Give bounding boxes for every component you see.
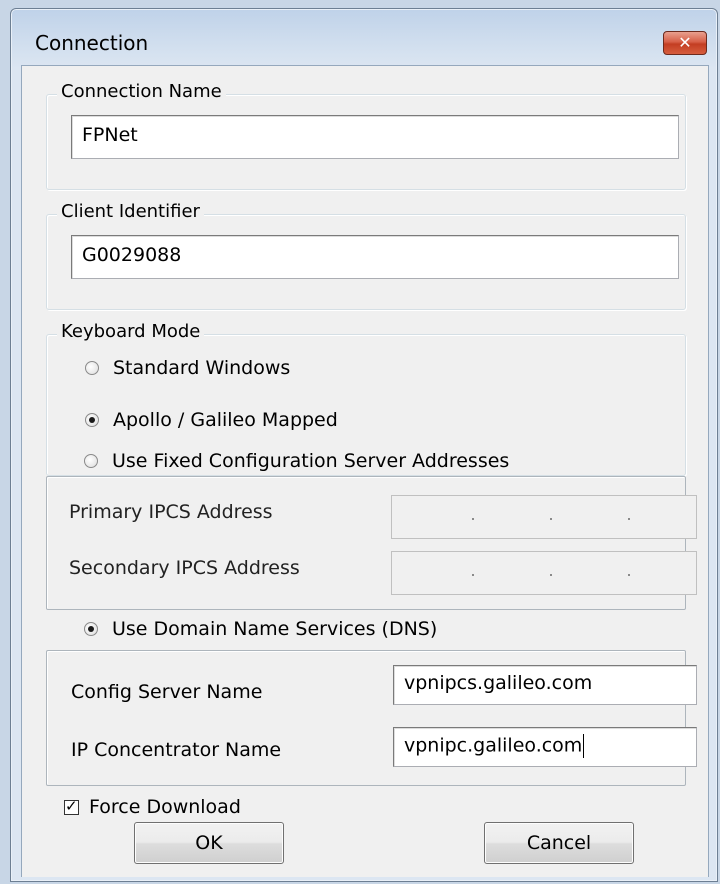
radio-dns-indicator[interactable]	[84, 622, 98, 636]
connection-name-label: Connection Name	[57, 81, 226, 102]
ip-separator	[628, 518, 630, 520]
radio-fixed-config-label: Use Fixed Configuration Server Addresses	[112, 450, 510, 472]
ip-concentrator-value: vpnipc.galileo.com	[404, 734, 583, 757]
client-identifier-group: Client Identifier G0029088	[46, 201, 686, 310]
text-caret	[583, 734, 585, 758]
ip-concentrator-name-label: IP Concentrator Name	[71, 739, 282, 761]
ip-separator	[628, 574, 630, 576]
dns-panel: Config Server Name vpnipcs.galileo.com I…	[46, 650, 697, 786]
ip-separator	[550, 574, 552, 576]
radio-standard-windows[interactable]: Standard Windows	[85, 357, 290, 379]
radio-apollo-galileo-label: Apollo / Galileo Mapped	[113, 409, 338, 431]
force-download-label: Force Download	[89, 796, 241, 818]
primary-ipcs-address-input	[391, 495, 697, 539]
radio-dns-label: Use Domain Name Services (DNS)	[112, 618, 438, 640]
radio-standard-windows-indicator[interactable]	[85, 361, 99, 375]
force-download-checkbox[interactable]: Force Download	[64, 796, 241, 818]
connection-name-input[interactable]: FPNet	[71, 115, 679, 159]
config-server-name-input[interactable]: vpnipcs.galileo.com	[393, 665, 697, 705]
dialog-body: Connection Name FPNet Client Identifier …	[21, 65, 709, 877]
force-download-check-icon[interactable]	[64, 797, 79, 815]
connection-dialog: Connection ✕ Connection Name FPNet Clien…	[10, 8, 718, 882]
close-x-icon: ✕	[678, 33, 692, 52]
ip-separator	[550, 518, 552, 520]
radio-apollo-galileo-indicator[interactable]	[85, 413, 99, 427]
close-button[interactable]: ✕	[663, 31, 707, 55]
radio-standard-windows-label: Standard Windows	[113, 357, 291, 379]
title-bar[interactable]: Connection ✕	[11, 9, 717, 65]
config-server-name-label: Config Server Name	[71, 681, 263, 703]
radio-dns[interactable]: Use Domain Name Services (DNS)	[84, 618, 437, 640]
cancel-button[interactable]: Cancel	[484, 822, 634, 864]
primary-ipcs-label: Primary IPCS Address	[69, 501, 273, 523]
client-identifier-label: Client Identifier	[57, 201, 204, 222]
ip-separator	[472, 574, 474, 576]
secondary-ipcs-label: Secondary IPCS Address	[69, 557, 300, 579]
radio-fixed-config-indicator[interactable]	[84, 454, 98, 468]
secondary-ipcs-address-input	[391, 551, 697, 595]
ip-separator	[472, 518, 474, 520]
fixed-config-panel: Primary IPCS Address Secondary IPCS Addr…	[46, 476, 697, 610]
radio-apollo-galileo-mapped[interactable]: Apollo / Galileo Mapped	[85, 409, 338, 431]
keyboard-mode-label: Keyboard Mode	[57, 321, 205, 342]
dialog-title: Connection	[35, 31, 149, 55]
radio-fixed-config[interactable]: Use Fixed Configuration Server Addresses	[84, 450, 509, 472]
ip-concentrator-name-input[interactable]: vpnipc.galileo.com	[393, 727, 697, 767]
ok-button[interactable]: OK	[134, 822, 284, 864]
connection-name-group: Connection Name FPNet	[46, 81, 686, 190]
client-identifier-input[interactable]: G0029088	[71, 235, 679, 279]
